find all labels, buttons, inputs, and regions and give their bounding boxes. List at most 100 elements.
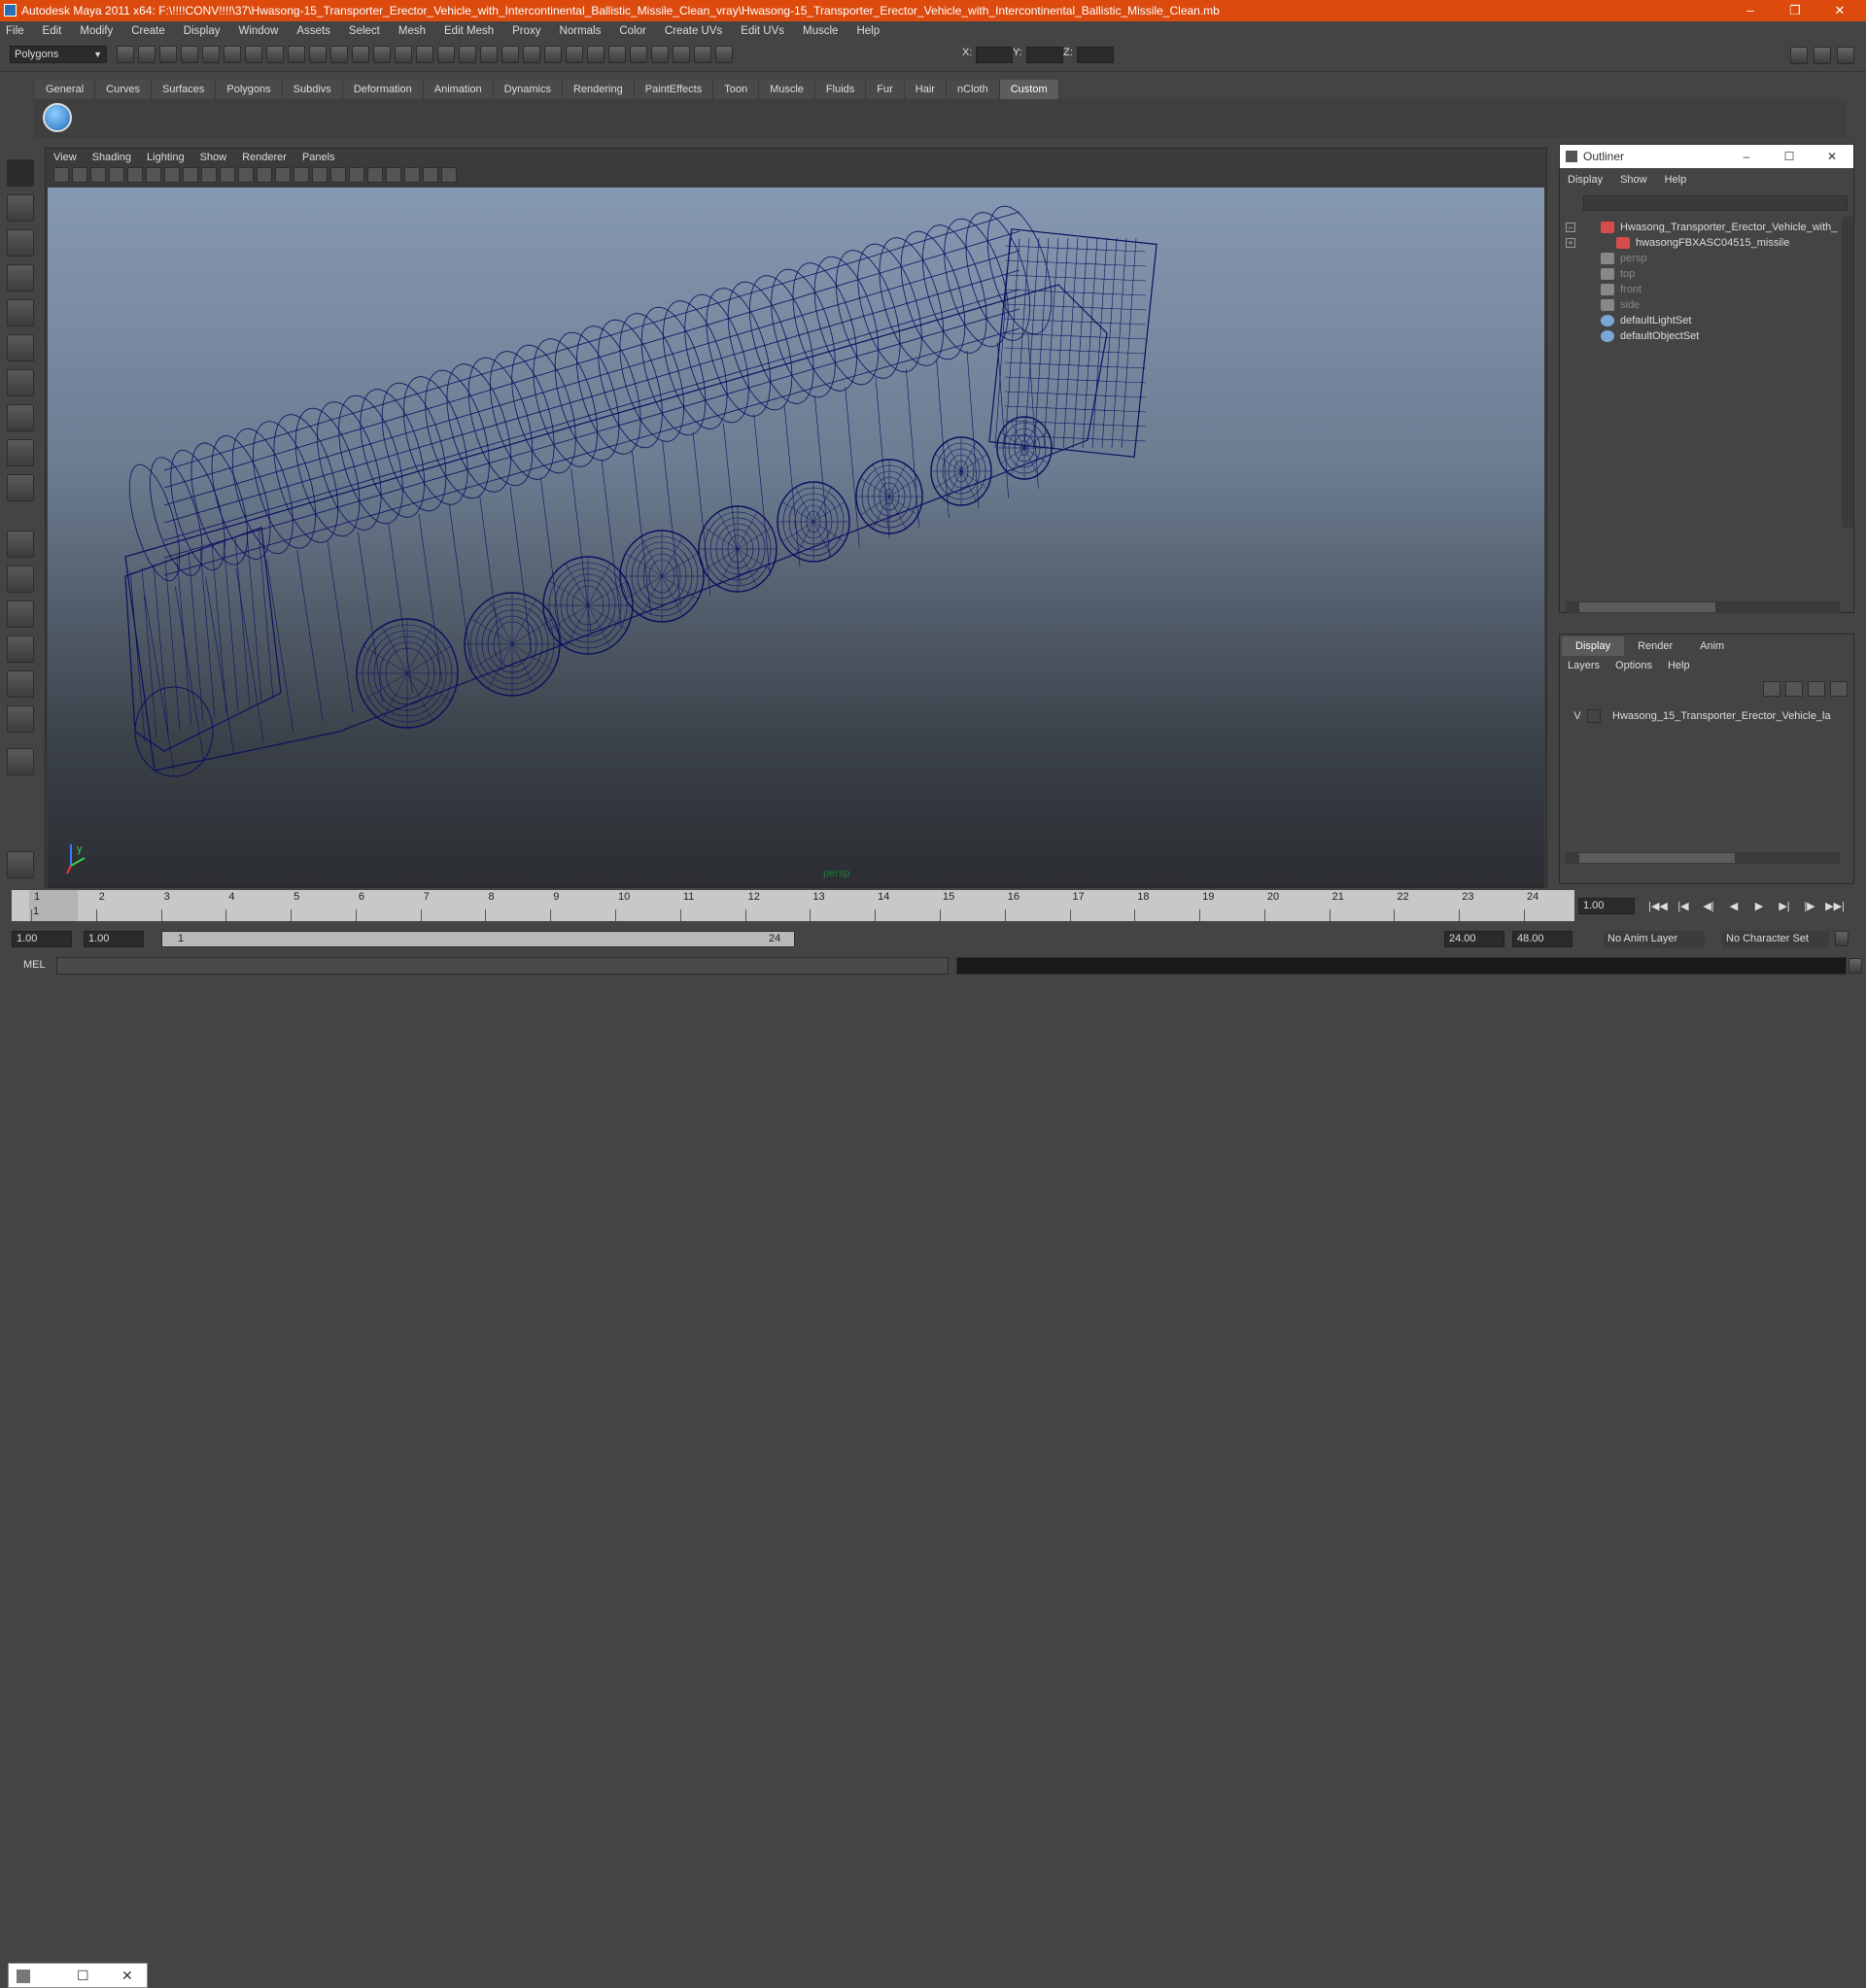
shelf-tab-fur[interactable]: Fur <box>866 80 905 99</box>
snap-live-icon[interactable] <box>330 46 348 63</box>
history-icon[interactable] <box>352 46 369 63</box>
select-component-icon[interactable] <box>224 46 241 63</box>
ipr-render-icon[interactable] <box>501 46 519 63</box>
vp-menu-lighting[interactable]: Lighting <box>147 152 185 163</box>
field-chart-icon[interactable] <box>201 167 217 183</box>
range-slider[interactable]: 1 24 <box>161 931 795 947</box>
step-back-key-icon[interactable]: |◀ <box>1674 900 1693 913</box>
new-layer-from-selection-icon[interactable] <box>1830 681 1848 697</box>
vp-menu-view[interactable]: View <box>53 152 77 163</box>
move-layer-down-icon[interactable] <box>1785 681 1803 697</box>
step-back-frame-icon[interactable]: ◀| <box>1699 900 1718 913</box>
outliner-item[interactable]: defaultObjectSet <box>1562 327 1838 345</box>
select-object-icon[interactable] <box>202 46 220 63</box>
menu-edit-mesh[interactable]: Edit Mesh <box>444 25 494 37</box>
shelf-tab-dynamics[interactable]: Dynamics <box>493 80 563 99</box>
input-ops-icon[interactable] <box>373 46 391 63</box>
menu-mesh[interactable]: Mesh <box>398 25 426 37</box>
end-time-field[interactable]: 48.00 <box>1512 931 1572 947</box>
menu-set-selector[interactable]: Polygons ▼ <box>10 46 107 63</box>
vp-menu-show[interactable]: Show <box>200 152 227 163</box>
wireframe-on-shaded-icon[interactable] <box>294 167 309 183</box>
script-editor-icon[interactable] <box>651 46 669 63</box>
lasso-tool-icon[interactable] <box>7 194 34 222</box>
menu-proxy[interactable]: Proxy <box>512 25 540 37</box>
go-to-start-icon[interactable]: |◀◀ <box>1648 900 1668 913</box>
shelf-tab-ncloth[interactable]: nCloth <box>946 80 1000 99</box>
persp-outliner-layout-icon[interactable] <box>7 600 34 628</box>
single-perspective-layout-icon[interactable] <box>7 531 34 558</box>
menu-muscle[interactable]: Muscle <box>803 25 838 37</box>
y-field[interactable] <box>1026 47 1063 63</box>
attribute-editor-icon[interactable] <box>566 46 583 63</box>
menu-edit-uvs[interactable]: Edit UVs <box>741 25 784 37</box>
playback-start-field[interactable]: 1.00 <box>84 931 144 947</box>
safe-title-icon[interactable] <box>238 167 254 183</box>
layer-menu-options[interactable]: Options <box>1615 660 1652 671</box>
outliner-maximize-button[interactable]: ☐ <box>1768 145 1811 168</box>
textured-icon[interactable] <box>312 167 328 183</box>
four-view-layout-icon[interactable] <box>7 566 34 593</box>
character-set-dropdown[interactable]: No Character Set <box>1722 931 1829 947</box>
output-ops-icon[interactable] <box>395 46 412 63</box>
minimized-restore-icon[interactable]: ☐ <box>77 1968 89 1984</box>
play-backwards-icon[interactable]: ◀ <box>1724 900 1744 913</box>
gate-mask-icon[interactable] <box>183 167 198 183</box>
safe-action-icon[interactable] <box>220 167 235 183</box>
layer-visibility-toggle[interactable]: V <box>1570 706 1585 726</box>
layer-name[interactable]: Hwasong_15_Transporter_Erector_Vehicle_l… <box>1612 706 1831 726</box>
layer-template-toggle[interactable] <box>1587 709 1601 723</box>
perspective-viewport[interactable]: y persp <box>48 188 1544 887</box>
show-manipulator-icon[interactable] <box>7 439 34 466</box>
hypershade-icon[interactable] <box>544 46 562 63</box>
shelf-tab-curves[interactable]: Curves <box>95 80 152 99</box>
xray-icon[interactable] <box>404 167 420 183</box>
shelf-tab-subdivs[interactable]: Subdivs <box>282 80 343 99</box>
shelf-tab-surfaces[interactable]: Surfaces <box>151 80 217 99</box>
menu-color[interactable]: Color <box>619 25 645 37</box>
checkmark-shelf-icon[interactable] <box>43 103 72 132</box>
outliner-menu-help[interactable]: Help <box>1665 174 1687 186</box>
z-field[interactable] <box>1077 47 1114 63</box>
menu-window[interactable]: Window <box>238 25 278 37</box>
wireframe-icon[interactable] <box>257 167 272 183</box>
vp-menu-shading[interactable]: Shading <box>92 152 131 163</box>
select-hierarchy-icon[interactable] <box>181 46 198 63</box>
backface-culling-icon[interactable] <box>441 167 457 183</box>
shelf-tab-deformation[interactable]: Deformation <box>342 80 424 99</box>
bookmark-icon[interactable] <box>90 167 106 183</box>
grid-icon[interactable] <box>127 167 143 183</box>
shelf-tab-muscle[interactable]: Muscle <box>759 80 815 99</box>
hypershade-layout-icon[interactable] <box>7 670 34 698</box>
toggle-tool-settings-icon[interactable] <box>1814 47 1831 64</box>
graph-editor-icon[interactable] <box>673 46 690 63</box>
shelf-tab-painteffects[interactable]: PaintEffects <box>634 80 714 99</box>
step-forward-frame-icon[interactable]: |▶ <box>1800 900 1819 913</box>
open-scene-icon[interactable] <box>138 46 156 63</box>
shelf-tab-fluids[interactable]: Fluids <box>814 80 867 99</box>
menu-create[interactable]: Create <box>131 25 165 37</box>
snap-grid-icon[interactable] <box>245 46 262 63</box>
mel-input[interactable] <box>56 957 949 975</box>
anim-layer-dropdown[interactable]: No Anim Layer <box>1604 931 1705 947</box>
construction-history-icon[interactable] <box>416 46 433 63</box>
menu-create-uvs[interactable]: Create UVs <box>665 25 722 37</box>
close-button[interactable]: ✕ <box>1817 0 1862 21</box>
isolate-select-icon[interactable] <box>386 167 401 183</box>
toggle-channel-box-icon[interactable] <box>1837 47 1854 64</box>
menu-help[interactable]: Help <box>856 25 880 37</box>
script-editor-button-icon[interactable] <box>1849 958 1862 974</box>
new-layer-icon[interactable] <box>1808 681 1825 697</box>
menu-normals[interactable]: Normals <box>560 25 602 37</box>
layer-menu-layers[interactable]: Layers <box>1568 660 1600 671</box>
layer-tab-display[interactable]: Display <box>1562 636 1625 656</box>
channel-box-icon[interactable] <box>608 46 626 63</box>
new-scene-icon[interactable] <box>117 46 134 63</box>
shelf-tab-general[interactable]: General <box>35 80 96 99</box>
render-settings-icon[interactable] <box>523 46 540 63</box>
menu-display[interactable]: Display <box>184 25 221 37</box>
persp-graph-hypershade-layout-icon[interactable] <box>7 705 34 733</box>
layer-tab-render[interactable]: Render <box>1624 636 1686 656</box>
snap-plane-icon[interactable] <box>309 46 327 63</box>
minimize-button[interactable]: – <box>1728 0 1773 21</box>
